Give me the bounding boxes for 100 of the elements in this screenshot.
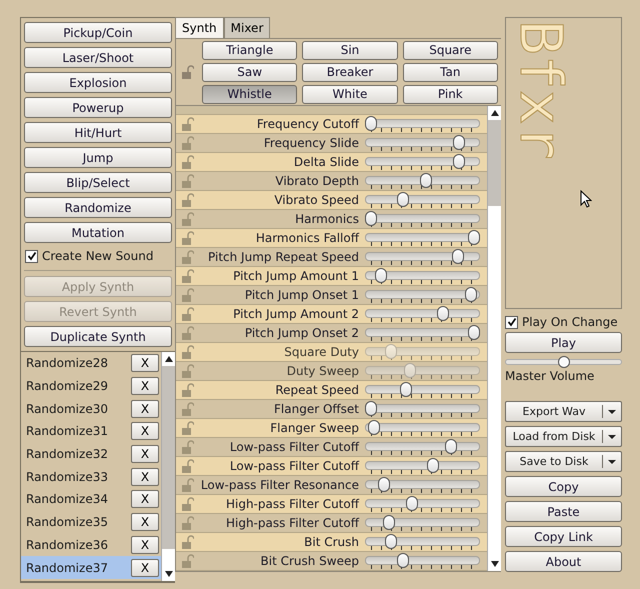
checkbox[interactable] [25, 250, 38, 262]
parameter-label: Vibrato Depth [274, 174, 360, 188]
action-button[interactable]: About [505, 551, 622, 572]
slider-thumb[interactable] [437, 306, 450, 320]
slider-thumb[interactable] [365, 210, 377, 226]
scrollbar[interactable] [161, 352, 175, 581]
slider-thumb[interactable] [400, 382, 412, 396]
parameter-label: Frequency Cutoff [256, 117, 360, 131]
scrollbar-thumb[interactable] [488, 120, 501, 206]
slider-thumb[interactable] [420, 172, 432, 188]
scroll-down-icon[interactable] [490, 561, 498, 567]
sound-list-item[interactable]: Randomize35 X [21, 510, 161, 534]
preset-button[interactable]: Pickup/Coin [24, 22, 172, 43]
delete-button[interactable]: X [131, 468, 159, 486]
waveform-button[interactable]: Pink [402, 84, 498, 104]
slider-thumb[interactable] [378, 476, 390, 492]
waveform-button[interactable]: Sin [302, 40, 398, 60]
delete-button[interactable]: X [131, 536, 159, 554]
caret-icon[interactable] [608, 460, 616, 464]
preset-button[interactable]: Powerup [24, 97, 172, 118]
sound-list-item[interactable]: Randomize34 X [21, 488, 161, 511]
delete-button[interactable]: X [131, 490, 159, 508]
checkbox-label: Play On Change [522, 315, 618, 329]
waveform-button[interactable]: Tan [402, 62, 498, 82]
slider-thumb[interactable] [365, 116, 377, 130]
sound-list-item[interactable]: Randomize30 X [21, 397, 161, 420]
delete-button[interactable]: X [131, 377, 159, 396]
sound-list-item[interactable]: Randomize33 X [21, 465, 161, 488]
sound-list-item[interactable]: Randomize28 X [21, 352, 161, 375]
scrollbar[interactable] [487, 106, 501, 571]
split-button[interactable]: Save to Disk [505, 451, 622, 472]
slider-thumb[interactable] [382, 514, 394, 530]
preset-button[interactable]: Mutation [24, 222, 172, 243]
sound-list-item[interactable]: Randomize37 X [21, 556, 161, 579]
action-button[interactable]: Paste [505, 501, 622, 522]
delete-button[interactable]: X [131, 354, 159, 372]
slider-thumb[interactable] [452, 248, 464, 264]
preset-button[interactable]: Randomize [24, 197, 172, 218]
parameter-label: Pitch Jump Amount 2 [232, 307, 360, 321]
sound-list-item[interactable]: Randomize31 X [21, 420, 161, 443]
waveform-button[interactable]: Triangle [202, 40, 298, 60]
scroll-up-icon[interactable] [164, 356, 172, 362]
scroll-up-icon[interactable] [490, 110, 498, 116]
volume-slider-track[interactable] [505, 356, 622, 368]
synth-button[interactable]: Duplicate Synth [24, 326, 172, 347]
split-button[interactable]: Load from Disk [505, 426, 622, 447]
slider-thumb[interactable] [426, 458, 439, 472]
slider-thumb[interactable] [375, 268, 388, 282]
waveform-button[interactable]: Saw [202, 62, 298, 82]
slider-thumb[interactable] [445, 438, 458, 454]
parameter-label: Low-pass Filter Resonance [200, 478, 360, 492]
tab[interactable]: Synth [175, 17, 224, 38]
action-button[interactable]: Copy [505, 476, 622, 497]
slider-thumb[interactable] [452, 134, 465, 150]
preset-button[interactable]: Blip/Select [24, 172, 172, 193]
slider-thumb[interactable] [464, 286, 477, 302]
checkbox[interactable] [505, 316, 518, 328]
delete-button[interactable]: X [131, 445, 159, 464]
delete-button[interactable]: X [131, 513, 159, 532]
sound-list-item[interactable]: Randomize32 X [21, 442, 161, 466]
delete-button[interactable]: X [131, 422, 159, 440]
play-button[interactable]: Play [505, 332, 622, 353]
slider-thumb[interactable] [468, 230, 480, 244]
slider-thumb[interactable] [365, 400, 377, 416]
tab[interactable]: Mixer [224, 17, 270, 38]
preset-button[interactable]: Hit/Hurt [24, 122, 172, 143]
preset-button[interactable]: Jump [24, 147, 172, 168]
slider-thumb[interactable] [452, 154, 465, 168]
slider-thumb[interactable] [384, 534, 397, 548]
parameter-label: Vibrato Speed [273, 193, 360, 207]
delete-button[interactable]: X [131, 558, 159, 577]
waveform-button[interactable]: Whistle [202, 84, 298, 104]
parameter-label: Flanger Offset [273, 402, 360, 416]
parameter-label: Harmonics [294, 212, 360, 226]
slider-thumb[interactable] [406, 496, 418, 510]
sound-list-item[interactable]: Randomize29 X [21, 374, 161, 398]
slider-thumb[interactable] [368, 420, 380, 434]
parameter-label: Repeat Speed [274, 383, 360, 397]
parameter-label: Delta Slide [292, 155, 360, 169]
volume-slider-thumb[interactable] [558, 356, 570, 368]
waveform-button[interactable]: Square [402, 40, 498, 60]
parameter-label: Pitch Jump Repeat Speed [207, 250, 360, 264]
delete-button[interactable]: X [131, 400, 159, 418]
action-button[interactable]: Copy Link [505, 526, 622, 547]
waveform-button[interactable]: Breaker [302, 62, 398, 82]
parameter-label: Flanger Sweep [269, 421, 360, 435]
scroll-down-icon[interactable] [164, 571, 172, 577]
parameter-label: Low-pass Filter Cutoff [228, 440, 360, 454]
waveform-button[interactable]: White [302, 84, 398, 104]
parameter-label: Pitch Jump Amount 1 [232, 269, 360, 283]
split-button[interactable]: Export Wav [505, 401, 622, 422]
caret-icon[interactable] [608, 434, 616, 438]
slider-thumb[interactable] [396, 192, 409, 206]
slider-thumb[interactable] [396, 552, 409, 568]
scrollbar-thumb[interactable] [162, 366, 175, 549]
preset-button[interactable]: Explosion [24, 72, 172, 93]
sound-list-item[interactable]: Randomize36 X [21, 534, 161, 556]
preset-button[interactable]: Laser/Shoot [24, 47, 172, 68]
caret-icon[interactable] [608, 410, 616, 414]
slider-thumb[interactable] [468, 324, 480, 340]
